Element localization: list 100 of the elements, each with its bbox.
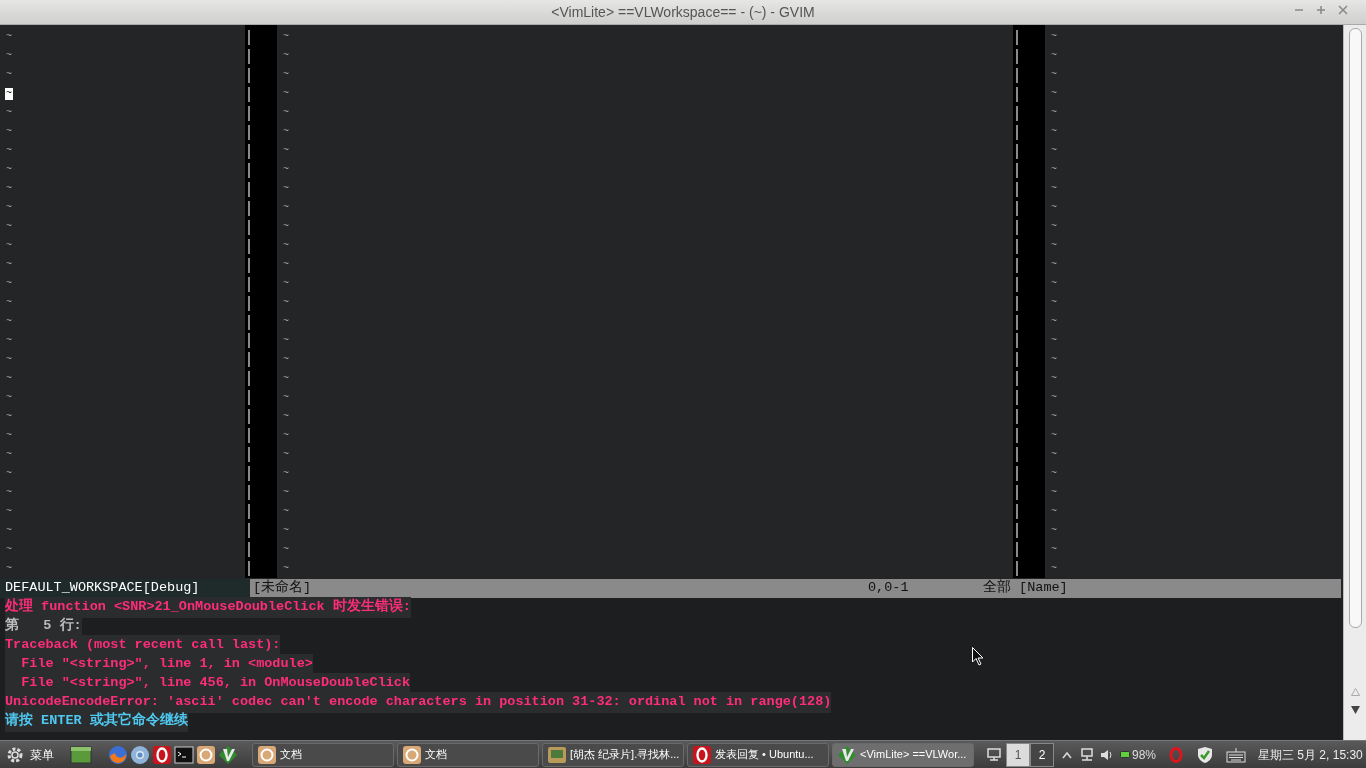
maximize-icon[interactable] xyxy=(1316,5,1326,15)
tilde-marker: ~ xyxy=(5,353,13,366)
mouse-pointer-icon xyxy=(972,647,984,666)
cursor-position: 0,0-1 xyxy=(868,579,910,598)
tilde-marker: ~ xyxy=(282,221,290,234)
tilde-marker: ~ xyxy=(5,31,13,44)
volume-icon[interactable] xyxy=(1100,747,1114,762)
tilde-marker: ~ xyxy=(282,69,290,82)
chrome-launcher-icon[interactable] xyxy=(130,744,150,765)
tilde-marker: ~ xyxy=(1050,335,1058,347)
terminal-launcher-icon[interactable] xyxy=(174,744,194,765)
tilde-marker: ~ xyxy=(5,183,13,196)
tilde-marker: ~ xyxy=(282,429,290,442)
tilde-marker: ~ xyxy=(1050,145,1058,158)
window-button[interactable]: 发表回复 • Ubuntu... xyxy=(687,742,829,767)
workspace-button[interactable]: 1 xyxy=(1006,742,1030,767)
tilde-marker: ~ xyxy=(282,543,290,556)
network-icon[interactable] xyxy=(1080,747,1094,762)
tilde-marker: ~ xyxy=(5,486,13,499)
tilde-marker: ~ xyxy=(1050,467,1058,480)
docs-app-icon[interactable] xyxy=(257,744,277,765)
tilde-marker: ~ xyxy=(1050,31,1058,44)
tilde-marker: ~ xyxy=(5,240,13,253)
tilde-marker: ~ xyxy=(5,410,13,423)
tilde-marker: ~ xyxy=(1050,202,1058,215)
video-app-icon[interactable] xyxy=(547,744,567,765)
tilde-marker: ~ xyxy=(1050,524,1058,537)
battery-icon[interactable] xyxy=(1120,751,1130,758)
tilde-marker: ~ xyxy=(5,316,13,328)
tilde-marker: ~ xyxy=(282,164,290,177)
tilde-marker: ~ xyxy=(1050,69,1058,82)
tilde-marker: ~ xyxy=(1050,353,1058,366)
tilde-marker: ~ xyxy=(1050,505,1058,518)
scrollbar[interactable] xyxy=(1343,25,1366,740)
tilde-marker: ~ xyxy=(282,259,290,272)
docs-app-icon[interactable] xyxy=(402,744,422,765)
tilde-marker: ~ xyxy=(5,524,13,537)
window-button[interactable]: <VimLite> ==VLWor... xyxy=(832,742,974,767)
tilde-marker: ~ xyxy=(1050,259,1058,272)
tilde-marker: ~ xyxy=(1050,164,1058,177)
tilde-marker: ~ xyxy=(282,31,290,44)
keyboard-icon[interactable] xyxy=(1226,746,1247,763)
monitor-icon[interactable] xyxy=(986,746,1002,763)
tilde-marker: ~ xyxy=(5,335,13,347)
tilde-marker: ~ xyxy=(1050,562,1058,575)
menu-button[interactable]: 菜单 xyxy=(6,745,54,764)
tilde-marker: ~ xyxy=(5,372,13,385)
tilde-marker: ~ xyxy=(1050,316,1058,328)
tilde-marker: ~ xyxy=(5,467,13,480)
tilde-marker: ~ xyxy=(1050,240,1058,253)
window-button[interactable]: 文档 xyxy=(397,742,539,767)
tilde-marker: ~ xyxy=(1050,448,1058,461)
window-button[interactable]: [胡杰 纪录片].寻找林... xyxy=(542,742,684,767)
tilde-marker: ~ xyxy=(5,202,13,215)
opera-app-icon[interactable] xyxy=(692,744,712,765)
tilde-marker: ~ xyxy=(1050,126,1058,139)
vim-launcher-icon[interactable] xyxy=(218,744,238,765)
tilde-marker: ~ xyxy=(282,88,290,101)
tilde-marker: ~ xyxy=(282,353,290,366)
tilde-marker: ~ xyxy=(1050,50,1058,63)
vim-app-icon[interactable] xyxy=(837,744,857,765)
clock[interactable]: 星期三 5月 2, 15:30 xyxy=(1258,745,1363,764)
workspace-name: DEFAULT_WORKSPACE[Debug] xyxy=(0,579,250,598)
file-name: [未命名] xyxy=(253,578,313,598)
tilde-marker: ~ xyxy=(282,562,290,575)
tilde-marker: ~ xyxy=(1050,183,1058,196)
workspace-button[interactable]: 2 xyxy=(1030,742,1054,767)
scroll-down-icon[interactable] xyxy=(1350,706,1360,714)
tilde-marker: ~ xyxy=(282,240,290,253)
tilde-marker: ~ xyxy=(5,278,13,291)
shield-check-icon[interactable] xyxy=(1196,745,1215,764)
tilde-marker: ~ xyxy=(5,562,13,575)
tilde-marker: ~ xyxy=(282,486,290,499)
window-button[interactable]: 文档 xyxy=(252,742,394,767)
tilde-marker: ~ xyxy=(5,126,13,139)
tilde-marker: ~ xyxy=(282,297,290,310)
tilde-marker: ~ xyxy=(1050,486,1058,499)
tilde-marker: ~ xyxy=(282,278,290,291)
tilde-marker: ~ xyxy=(282,126,290,139)
tilde-marker: ~ xyxy=(5,164,13,177)
opera-launcher-icon[interactable] xyxy=(152,744,172,765)
desktop-icon[interactable] xyxy=(70,745,92,764)
close-icon[interactable] xyxy=(1338,5,1348,15)
tilde-marker: ~ xyxy=(282,145,290,158)
tilde-marker: ~ xyxy=(282,448,290,461)
tilde-marker: ~ xyxy=(1050,107,1058,120)
tilde-marker: ~ xyxy=(5,50,13,63)
tilde-marker: ~ xyxy=(5,505,13,518)
tilde-marker: ~ xyxy=(1050,372,1058,385)
tilde-marker: ~ xyxy=(1050,410,1058,423)
firefox-launcher-icon[interactable] xyxy=(108,744,128,765)
window-title: <VimLite> ==VLWorkspace== - (~) - GVIM xyxy=(551,2,815,22)
tilde-marker: ~ xyxy=(1050,543,1058,556)
scroll-position: 全部 [Name] xyxy=(983,578,1068,598)
tilde-marker: ~ xyxy=(5,543,13,556)
chevron-up-icon[interactable] xyxy=(1062,750,1072,759)
battery-percentage: 98% xyxy=(1132,746,1157,764)
tilde-marker: ~ xyxy=(5,391,13,404)
docs-launcher-icon[interactable] xyxy=(196,744,216,765)
tilde-marker: ~ xyxy=(1050,221,1058,234)
